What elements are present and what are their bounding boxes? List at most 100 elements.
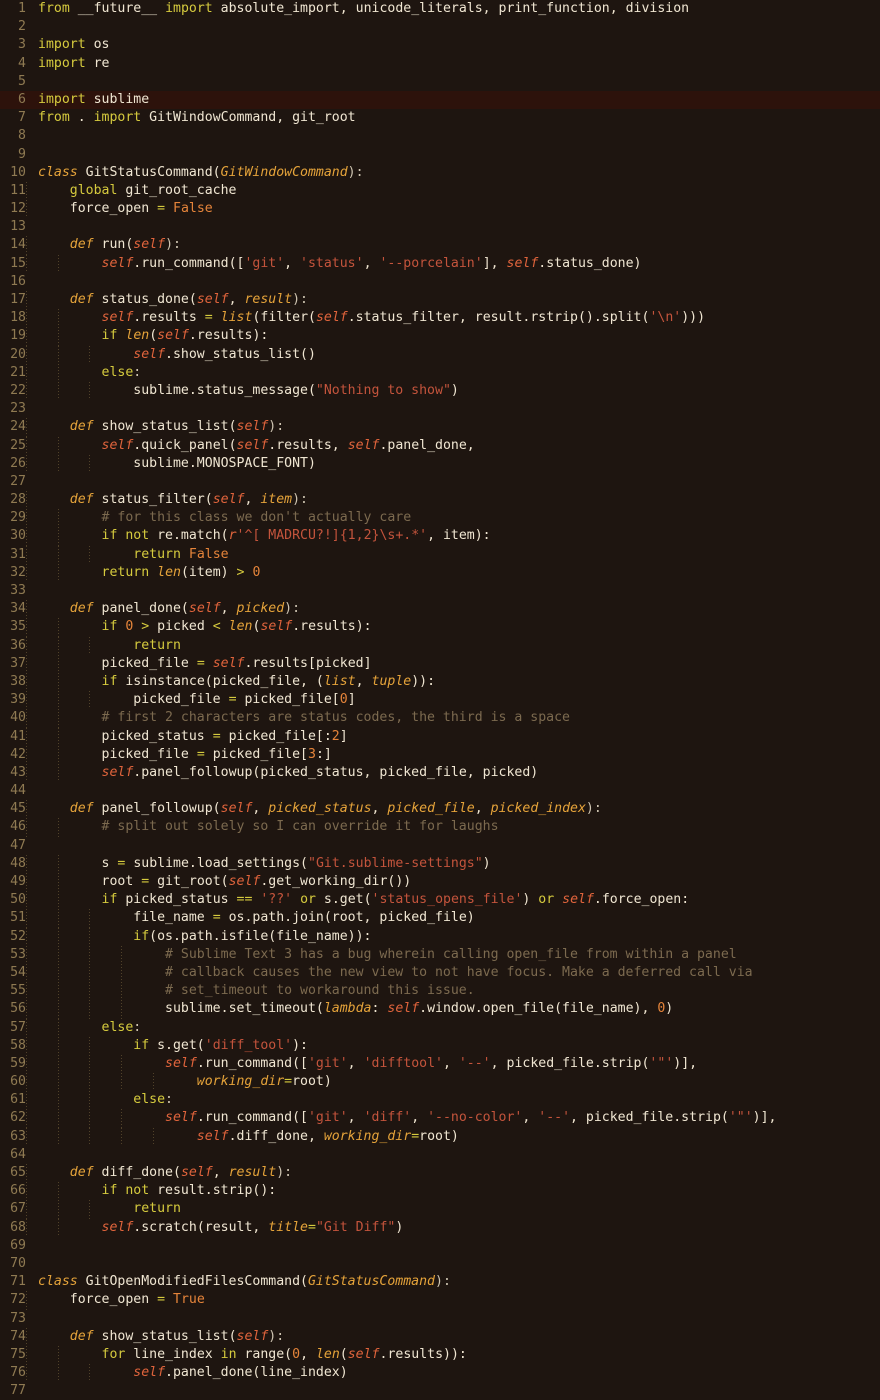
code-line[interactable]: 18 self.results = list(filter(self.statu… — [0, 309, 880, 328]
code-line[interactable]: 20 self.show_status_list() — [0, 345, 880, 364]
code-line[interactable]: 6 import sublime — [0, 90, 880, 110]
code-line[interactable]: 17 def status_done(self, result): — [0, 291, 880, 310]
code-line[interactable]: 43 self.panel_followup(picked_status, pi… — [0, 763, 880, 783]
code-line[interactable]: 56 sublime.set_timeout(lambda: self.wind… — [0, 1000, 880, 1019]
code-line[interactable]: 53 # Sublime Text 3 has a bug wherein ca… — [0, 945, 880, 964]
code-line[interactable]: 11 global git_root_cache — [0, 181, 880, 201]
token-plain: line_index — [125, 1346, 221, 1362]
code-line[interactable]: 66 if not result.strip(): — [0, 1182, 880, 1201]
code-line[interactable]: 25 self.quick_panel(self.results, self.p… — [0, 436, 880, 455]
line-number: 19 — [10, 328, 26, 344]
code-line[interactable]: 3 import os — [0, 36, 880, 54]
token-plain: .panel_followup(picked_status, picked_fi… — [133, 764, 539, 780]
token-self: self — [347, 1346, 380, 1362]
code-line[interactable]: 54 # callback causes the new view to not… — [0, 963, 880, 983]
code-line[interactable]: 75 for line_index in range(0, len(self.r… — [0, 1345, 880, 1365]
code-line[interactable]: 49 root = git_root(self.get_working_dir(… — [0, 873, 880, 892]
code-line[interactable]: 52 if(os.path.isfile(file_name)): — [0, 927, 880, 946]
code-line[interactable]: 14 def run(self): — [0, 236, 880, 255]
code-line[interactable]: 68 self.scratch(result, title="Git Diff"… — [0, 1218, 880, 1237]
code-line[interactable]: 27 — [0, 473, 880, 491]
token-param: picked_file — [387, 801, 475, 817]
code-line[interactable]: 71 class GitOpenModifiedFilesCommand(GitS… — [0, 1273, 880, 1291]
code-editor[interactable]: 1 from __future__ import absolute_import,… — [0, 0, 880, 1398]
code-line[interactable]: 16 — [0, 273, 880, 291]
code-line[interactable]: 19 if len(self.results): — [0, 327, 880, 346]
token-base: GitWindowCommand — [220, 164, 348, 180]
code-line[interactable]: 63 self.diff_done, working_dir=root) — [0, 1127, 880, 1146]
code-line[interactable]: 70 — [0, 1255, 880, 1273]
token-plain: , picked_file.strip( — [570, 1110, 729, 1126]
code-line-content: self.run_command(['git', 'status', '--po… — [26, 254, 880, 273]
token-plain: )], — [673, 1055, 698, 1071]
code-line[interactable]: 9 — [0, 146, 880, 164]
code-line[interactable]: 42 picked_file = picked_file[3:] — [0, 745, 880, 764]
token-self: self — [157, 328, 189, 344]
code-line[interactable]: 35 if 0 > picked < len(self.results): — [0, 618, 880, 637]
code-line[interactable]: 55 # set_timeout to workaround this issu… — [0, 982, 880, 1001]
code-line[interactable]: 30 if not re.match(r'^[ MADRCU?!]{1,2}\s… — [0, 527, 880, 546]
token-self: self — [101, 1219, 134, 1235]
code-line[interactable]: 65 def diff_done(self, result): — [0, 1164, 880, 1183]
code-line[interactable]: 8 — [0, 127, 880, 145]
code-line[interactable]: 5 — [0, 73, 880, 91]
code-line[interactable]: 38 if isinstance(picked_file, (list, tup… — [0, 672, 880, 692]
code-line[interactable]: 28 def status_filter(self, item): — [0, 491, 880, 510]
code-line[interactable]: 13 — [0, 218, 880, 236]
line-number: 29 — [10, 510, 26, 526]
code-line[interactable]: 32 return len(item) > 0 — [0, 563, 880, 582]
code-line[interactable]: 50 if picked_status == '??' or s.get('st… — [0, 891, 880, 910]
code-line[interactable]: 45 def panel_followup(self, picked_statu… — [0, 800, 880, 819]
code-line[interactable]: 72 force_open = True — [0, 1291, 880, 1310]
code-line[interactable]: 39 picked_file = picked_file[0] — [0, 691, 880, 710]
line-number: 9 — [18, 146, 26, 162]
code-line[interactable]: 15 self.run_command(['git', 'status', '-… — [0, 254, 880, 273]
code-line[interactable]: 10 class GitStatusCommand(GitWindowComman… — [0, 164, 880, 182]
code-line[interactable]: 24 def show_status_list(self): — [0, 418, 880, 437]
line-number: 33 — [10, 583, 26, 598]
token-plain: os — [85, 37, 110, 53]
code-line[interactable]: 34 def panel_done(self, picked): — [0, 600, 880, 619]
code-line[interactable]: 58 if s.get('diff_tool'): — [0, 1036, 880, 1055]
code-line[interactable]: 73 — [0, 1310, 880, 1328]
code-line[interactable]: 62 self.run_command(['git', 'diff', '--n… — [0, 1109, 880, 1128]
code-line[interactable]: 59 self.run_command(['git', 'difftool', … — [0, 1054, 880, 1074]
code-line[interactable]: 33 — [0, 582, 880, 600]
token-plain: picked_file[ — [204, 746, 308, 762]
code-line[interactable]: 1 from __future__ import absolute_import,… — [0, 0, 880, 18]
code-line[interactable]: 48 s = sublime.load_settings("Git.sublim… — [0, 854, 880, 873]
code-line[interactable]: 41 picked_status = picked_file[:2] — [0, 727, 880, 746]
code-line[interactable]: 23 — [0, 400, 880, 418]
code-line[interactable]: 47 — [0, 837, 880, 855]
code-line[interactable]: 21 else: — [0, 363, 880, 382]
code-line[interactable]: 4 import re — [0, 55, 880, 73]
code-line[interactable]: 64 — [0, 1146, 880, 1164]
code-line[interactable]: 77 — [0, 1382, 880, 1400]
code-line[interactable]: 26 sublime.MONOSPACE_FONT) — [0, 454, 880, 473]
line-number: 36 — [10, 637, 26, 653]
code-line[interactable]: 22 sublime.status_message("Nothing to sh… — [0, 381, 880, 401]
code-line[interactable]: 2 — [0, 18, 880, 36]
code-line[interactable]: 31 return False — [0, 545, 880, 564]
code-line[interactable]: 46 # split out solely so I can override … — [0, 818, 880, 837]
code-line[interactable]: 60 working_dir=root) — [0, 1073, 880, 1092]
token-kw: if — [101, 328, 118, 344]
code-line[interactable]: 51 file_name = os.path.join(root, picked… — [0, 909, 880, 928]
code-line[interactable]: 40 # first 2 characters are status codes… — [0, 709, 880, 728]
code-line[interactable]: 69 — [0, 1237, 880, 1255]
code-line[interactable]: 12 force_open = False — [0, 200, 880, 219]
code-line[interactable]: 57 else: — [0, 1018, 880, 1037]
code-line[interactable]: 36 return — [0, 636, 880, 655]
code-line[interactable]: 37 picked_file = self.results[picked] — [0, 654, 880, 673]
code-line[interactable]: 44 — [0, 782, 880, 800]
code-line[interactable]: 7 from . import GitWindowCommand, git_roo… — [0, 109, 880, 127]
code-line[interactable]: 29 # for this class we don't actually ca… — [0, 509, 880, 528]
code-line-content: s = sublime.load_settings("Git.sublime-s… — [26, 854, 880, 873]
code-line[interactable]: 61 else: — [0, 1091, 880, 1110]
code-line[interactable]: 76 self.panel_done(line_index) — [0, 1364, 880, 1383]
token-plain: picked_status — [117, 892, 237, 908]
code-line[interactable]: 67 return — [0, 1200, 880, 1219]
code-line[interactable]: 74 def show_status_list(self): — [0, 1327, 880, 1346]
